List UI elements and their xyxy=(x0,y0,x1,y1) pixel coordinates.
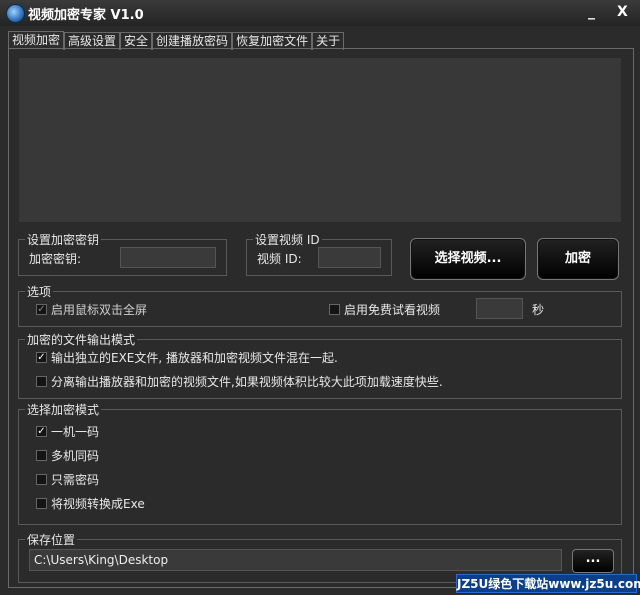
encrypt-button[interactable]: 加密 xyxy=(537,238,619,280)
free-trial-label: 启用免费试看视频 xyxy=(344,303,441,317)
fullscreen-label: 启用鼠标双击全屏 xyxy=(51,303,148,317)
fullscreen-checkbox[interactable]: ✓ xyxy=(36,304,47,315)
video-id-legend: 设置视频 ID xyxy=(255,233,320,247)
app-logo-icon xyxy=(6,4,25,23)
free-trial-checkbox[interactable] xyxy=(329,304,340,315)
mode-convert-exe-label: 将视频转换成Exe xyxy=(51,497,145,511)
title-bar: 视频加密专家 V1.0 _ X xyxy=(0,0,640,26)
output-separate-checkbox[interactable] xyxy=(36,376,47,387)
watermark-banner: JZ5U绿色下载站www.jz5u.com xyxy=(456,574,640,593)
mode-one-machine-label: 一机一码 xyxy=(51,425,100,439)
key-group-legend: 设置加密密钥 xyxy=(27,233,100,247)
save-location-legend: 保存位置 xyxy=(27,533,76,547)
mode-one-machine-checkbox[interactable]: ✓ xyxy=(36,426,47,437)
output-exe-label: 输出独立的EXE文件, 播放器和加密视频文件混在一起. xyxy=(51,351,338,365)
mode-multi-machine-label: 多机同码 xyxy=(51,449,100,463)
encrypt-mode-legend: 选择加密模式 xyxy=(27,403,100,417)
options-legend: 选项 xyxy=(27,285,52,299)
output-separate-label: 分离输出播放器和加密的视频文件,如果视频体积比较大此项加载速度快些. xyxy=(51,375,443,389)
save-path-input[interactable] xyxy=(29,549,562,571)
browse-button[interactable]: ... xyxy=(572,549,614,573)
key-label: 加密密钥: xyxy=(29,252,82,266)
trial-seconds-input[interactable] xyxy=(476,298,523,319)
video-preview xyxy=(19,58,621,222)
output-exe-checkbox[interactable]: ✓ xyxy=(36,352,47,363)
key-input[interactable] xyxy=(120,247,216,268)
minimize-button[interactable]: _ xyxy=(588,4,595,20)
mode-convert-exe-checkbox[interactable] xyxy=(36,498,47,509)
tab-bar: 视频加密 高级设置 安全 创建播放密码 恢复加密文件 关于 xyxy=(8,31,345,50)
close-button[interactable]: X xyxy=(617,4,628,20)
mode-password-only-checkbox[interactable] xyxy=(36,474,47,485)
video-id-label: 视频 ID: xyxy=(257,252,302,266)
select-video-button[interactable]: 选择视频... xyxy=(410,238,526,280)
video-id-input[interactable] xyxy=(318,247,381,268)
window-title: 视频加密专家 V1.0 xyxy=(28,8,144,23)
mode-multi-machine-checkbox[interactable] xyxy=(36,450,47,461)
seconds-unit-label: 秒 xyxy=(532,303,545,317)
mode-password-only-label: 只需密码 xyxy=(51,473,100,487)
output-mode-legend: 加密的文件输出模式 xyxy=(27,333,136,347)
